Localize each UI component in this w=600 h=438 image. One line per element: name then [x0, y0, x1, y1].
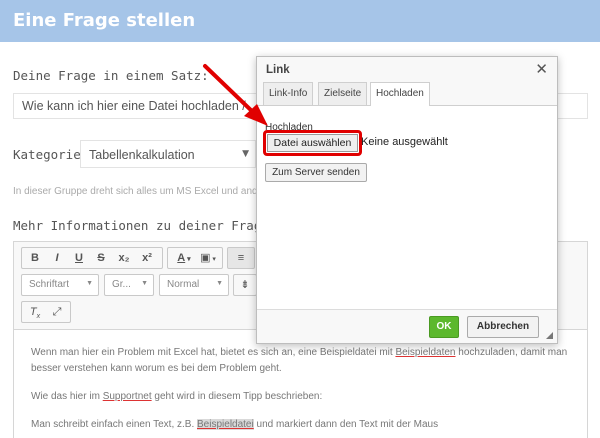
bold-button[interactable]: B — [27, 250, 43, 266]
close-icon[interactable]: ✕ — [535, 60, 548, 78]
superscript-button[interactable]: x² — [138, 250, 156, 266]
basic-styles-group: B I U S x₂ x² — [21, 247, 163, 269]
p2-text-end: geht wird in diesem Tipp beschrieben: — [151, 391, 323, 402]
italic-button[interactable]: I — [49, 250, 65, 266]
color-group: A ▾ ▣ ▾ — [167, 247, 223, 269]
chevron-down-icon: ▼ — [242, 149, 249, 159]
chevron-down-icon: ▼ — [86, 280, 93, 287]
align-group: ≡ — [227, 247, 255, 269]
p1-link: Beispieldaten — [395, 347, 456, 358]
tab-link-info[interactable]: Link-Info — [263, 82, 314, 106]
p2-text: Wie das hier im — [31, 391, 103, 402]
category-hint: In dieser Gruppe dreht sich alles um MS … — [13, 186, 266, 197]
p1-text: Wenn man hier ein Problem mit Excel hat,… — [31, 347, 396, 358]
background-color-icon[interactable]: ▣ ▾ — [197, 250, 219, 266]
content-paragraph-2: Wie das hier im Supportnet geht wird in … — [31, 389, 571, 405]
ok-button[interactable]: OK — [429, 316, 459, 338]
dialog-title: Link — [266, 64, 290, 76]
numbered-list-icon[interactable]: ⇟ — [237, 277, 253, 293]
font-family-value: Schriftart — [29, 279, 70, 290]
subscript-button[interactable]: x₂ — [115, 250, 133, 266]
content-paragraph-1: Wenn man hier ein Problem mit Excel hat,… — [31, 345, 571, 377]
resize-handle-icon[interactable] — [546, 332, 553, 339]
chevron-down-icon: ▼ — [141, 280, 148, 287]
more-info-label: Mehr Informationen zu deiner Frage: — [13, 218, 277, 233]
p3-highlight: Beispieldatei — [197, 419, 254, 430]
list-group: ⇟ — [233, 274, 257, 296]
page-title: Eine Frage stellen — [13, 10, 196, 31]
question-input-value: Wie kann ich hier eine Datei hochladen /… — [22, 99, 260, 113]
dialog-footer: OK Abbrechen — [257, 309, 557, 343]
category-label: Kategorie: — [13, 147, 89, 162]
underline-button[interactable]: U — [71, 250, 87, 266]
content-paragraph-3: Man schreibt einfach einen Text, z.B. Be… — [31, 417, 571, 433]
category-select[interactable]: Tabellenkalkulation ▼ — [80, 140, 256, 168]
no-file-text: Keine ausgewählt — [361, 136, 448, 148]
tab-hochladen[interactable]: Hochladen — [370, 82, 430, 107]
remove-format-icon[interactable]: Tx — [26, 304, 44, 320]
upload-panel: Hochladen Datei auswählen Keine ausgewäh… — [257, 106, 557, 309]
link-dialog: Link ✕ Link-Info Zielseite Hochladen Hoc… — [256, 56, 558, 344]
cancel-button[interactable]: Abbrechen — [467, 316, 539, 338]
font-size-select[interactable]: Gr... ▼ — [104, 274, 154, 296]
category-value: Tabellenkalkulation — [89, 148, 195, 162]
p3-text: Man schreibt einfach einen Text, z.B. — [31, 419, 198, 430]
chevron-down-icon: ▼ — [216, 280, 223, 287]
align-left-icon[interactable]: ≡ — [232, 250, 250, 266]
p2-link: Supportnet — [102, 391, 152, 402]
question-label: Deine Frage in einem Satz: — [13, 68, 209, 83]
strike-button[interactable]: S — [93, 250, 109, 266]
font-size-value: Gr... — [112, 279, 131, 290]
annotation-highlight-box — [263, 130, 362, 156]
format-select[interactable]: Normal ▼ — [159, 274, 229, 296]
maximize-icon[interactable]: ⤢ — [48, 304, 66, 320]
p3-text-end: und markiert dann den Text mit der Maus — [253, 419, 439, 430]
text-color-icon[interactable]: A ▾ — [173, 250, 195, 266]
send-to-server-button[interactable]: Zum Server senden — [265, 163, 367, 182]
font-family-select[interactable]: Schriftart ▼ — [21, 274, 99, 296]
tools-group: Tx ⤢ — [21, 301, 71, 323]
tab-zielseite[interactable]: Zielseite — [318, 82, 368, 106]
page-header: Eine Frage stellen — [0, 0, 600, 42]
format-value: Normal — [167, 279, 200, 290]
